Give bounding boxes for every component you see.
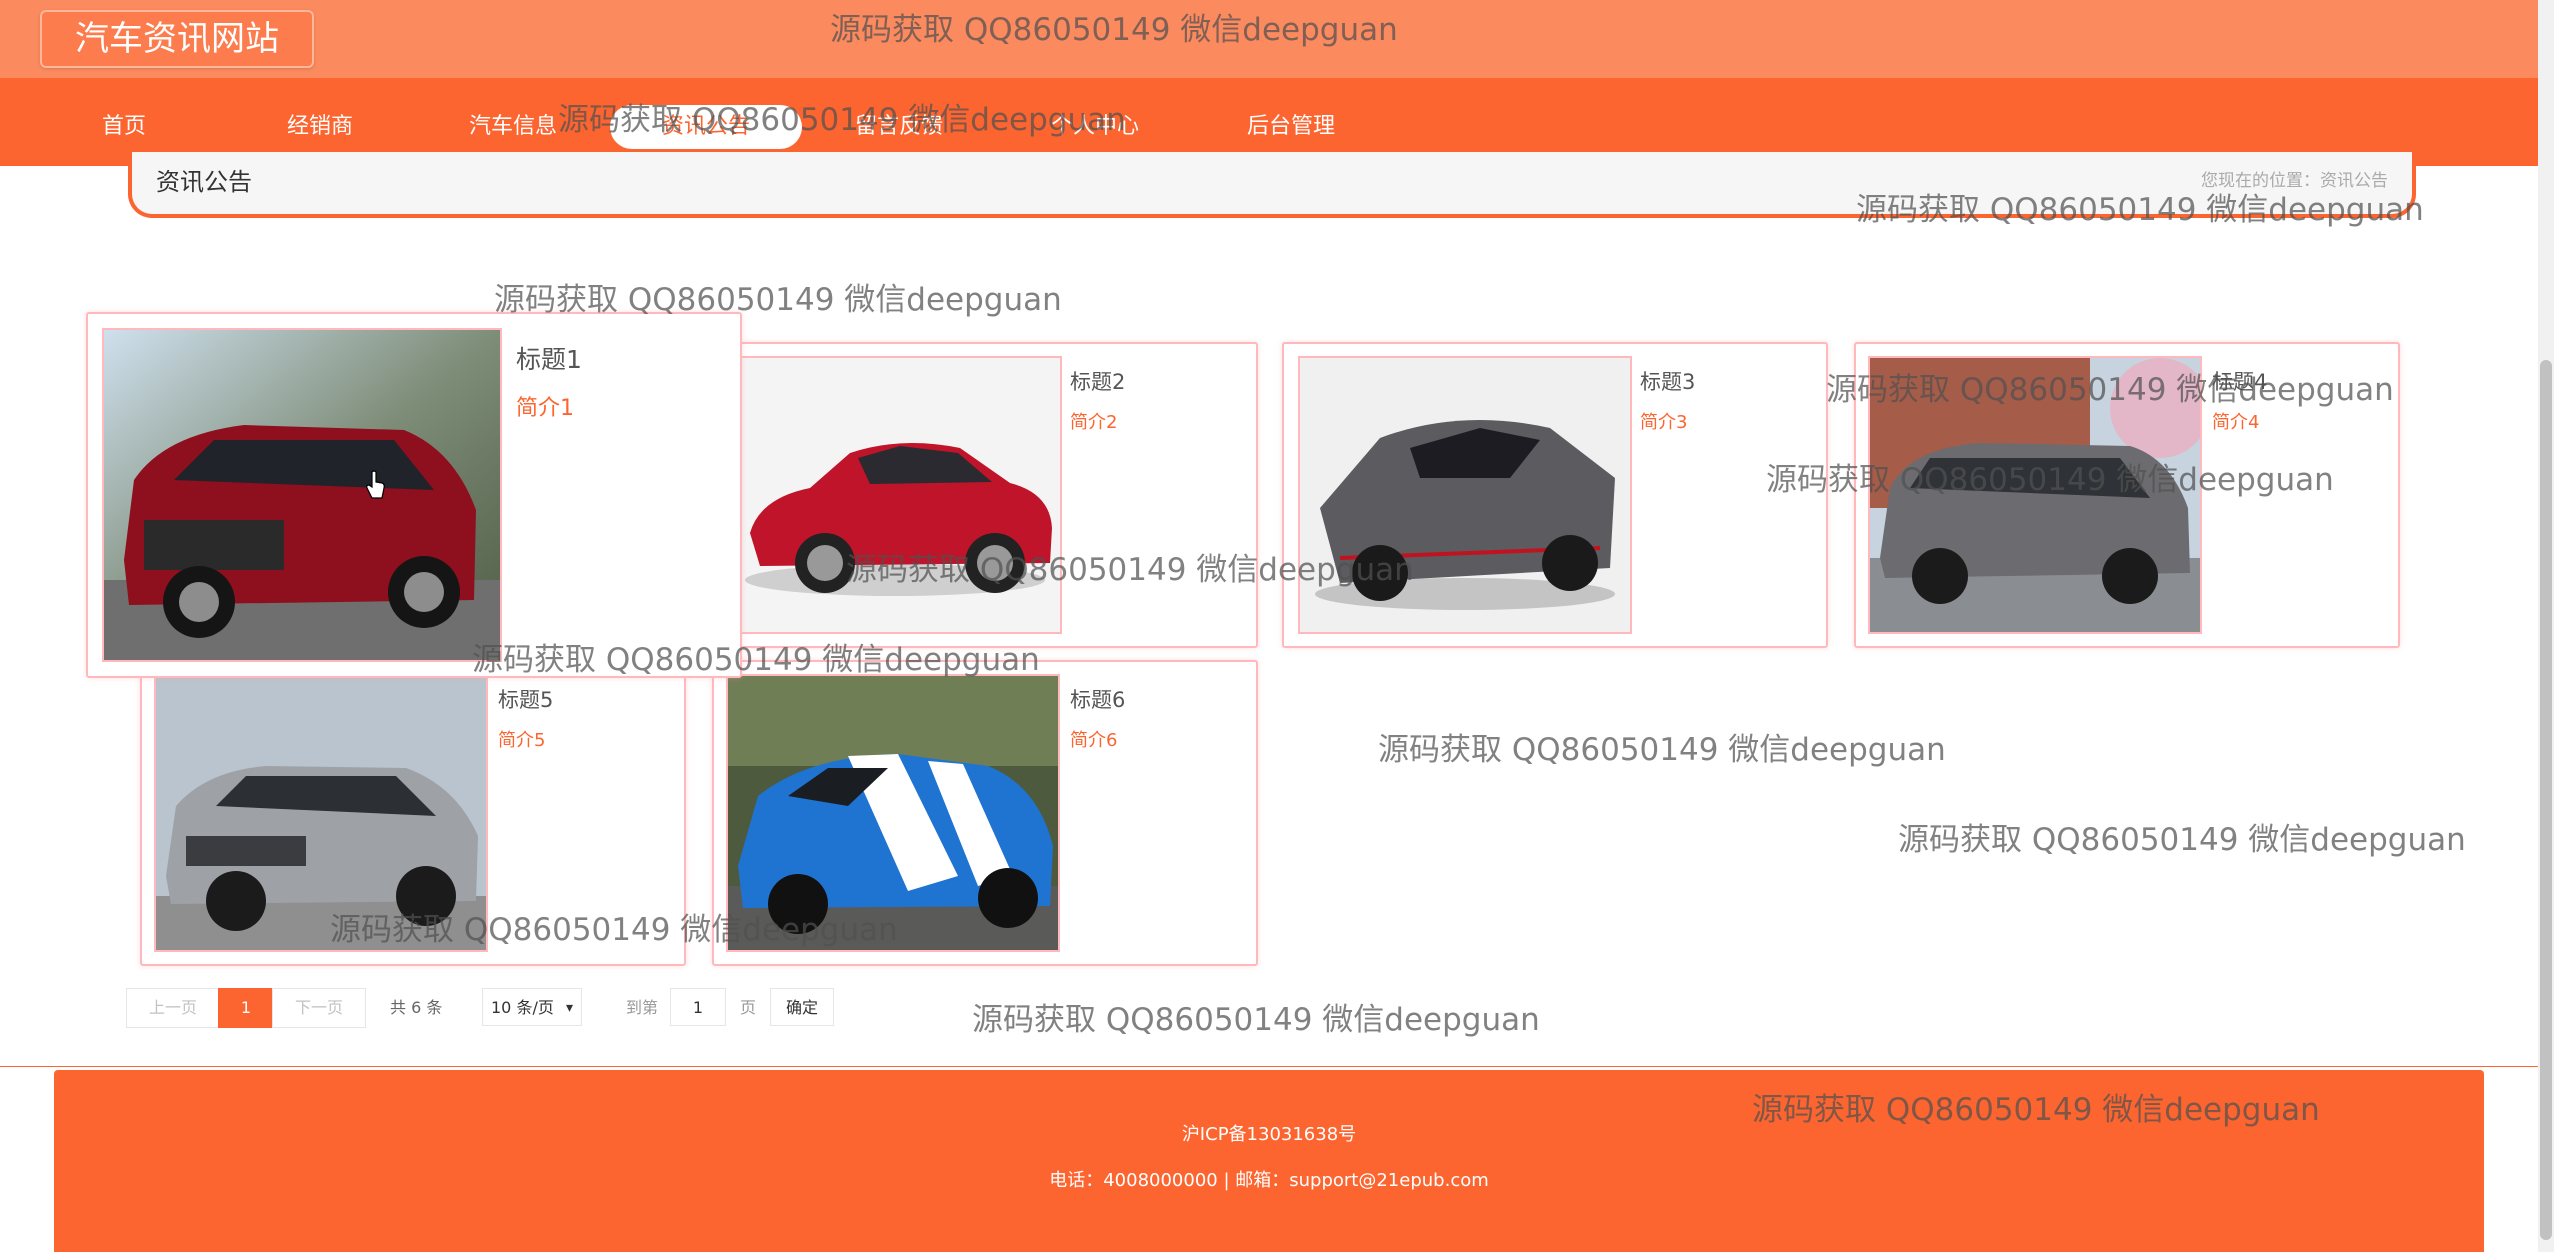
news-title[interactable]: 标题1 (516, 340, 582, 376)
nav-car-info[interactable]: 汽车信息 (458, 105, 568, 149)
nav-news[interactable]: 资讯公告 (610, 105, 802, 149)
scrollbar-thumb[interactable] (2540, 360, 2552, 1240)
goto-page-input[interactable]: 1 (670, 988, 726, 1026)
news-title[interactable]: 标题2 (1070, 366, 1125, 396)
footer-divider (0, 1066, 2538, 1067)
prev-page-button[interactable]: 上一页 (126, 988, 220, 1028)
blue-muscle-car-image (728, 676, 1058, 950)
news-title[interactable]: 标题6 (1070, 684, 1125, 714)
grey-minivan-image (1870, 358, 2200, 632)
mouse-pointer-icon (366, 470, 385, 499)
site-logo[interactable]: 汽车资讯网站 (40, 10, 314, 68)
page-title: 资讯公告 (156, 168, 252, 196)
news-title[interactable]: 标题4 (2212, 366, 2267, 396)
breadcrumb-position: 您现在的位置：资讯公告 (2201, 171, 2388, 191)
nav-user-center[interactable]: 个人中心 (1040, 105, 1150, 149)
top-bar: 汽车资讯网站 (0, 0, 2538, 78)
nav-home[interactable]: 首页 (82, 105, 166, 149)
news-intro: 简介5 (498, 730, 546, 751)
news-card[interactable]: 标题2 简介2 (712, 342, 1258, 648)
page-unit-label: 页 (740, 998, 757, 1017)
footer-contact: 电话：4008000000 | 邮箱：support@21epub.com (1049, 1170, 1489, 1191)
news-thumbnail[interactable] (728, 356, 1062, 634)
page-1-button[interactable]: 1 (218, 988, 274, 1028)
goto-confirm-button[interactable]: 确定 (770, 988, 834, 1026)
breadcrumb: 资讯公告 您现在的位置：资讯公告 (128, 152, 2416, 218)
news-title[interactable]: 标题3 (1640, 366, 1695, 396)
news-card[interactable]: 标题3 简介3 (1282, 342, 1828, 648)
news-intro: 简介6 (1070, 730, 1118, 751)
news-intro: 简介3 (1640, 412, 1688, 433)
news-thumbnail[interactable] (102, 328, 502, 662)
silver-supercar-image (1300, 358, 1630, 632)
watermark-text: 源码获取 QQ86050149 微信deepguan (1378, 732, 1946, 768)
watermark-text: 源码获取 QQ86050149 微信deepguan (1898, 822, 2466, 858)
news-intro: 简介4 (2212, 412, 2260, 433)
news-card[interactable]: 标题4 简介4 (1854, 342, 2400, 648)
news-title[interactable]: 标题5 (498, 684, 553, 714)
news-card-hovered[interactable]: 标题1 简介1 (86, 312, 742, 678)
news-thumbnail[interactable] (726, 674, 1060, 952)
nav-dealers[interactable]: 经销商 (270, 105, 370, 149)
chevron-down-icon: ▾ (565, 1000, 573, 1016)
total-count: 共 6 条 (390, 998, 443, 1017)
page-size-select[interactable]: 10 条/页 ▾ (482, 988, 582, 1026)
next-page-button[interactable]: 下一页 (272, 988, 366, 1028)
news-intro: 简介1 (516, 396, 574, 421)
goto-label: 到第 (626, 998, 659, 1017)
red-sedan-image (730, 358, 1060, 632)
footer-icp: 沪ICP备13031638号 (1181, 1124, 1357, 1145)
nav-admin[interactable]: 后台管理 (1236, 105, 1346, 149)
page-size-value: 10 条/页 (491, 998, 554, 1017)
news-intro: 简介2 (1070, 412, 1118, 433)
news-thumbnail[interactable] (154, 674, 488, 952)
news-card[interactable]: 标题5 简介5 (140, 660, 686, 966)
news-card[interactable]: 标题6 简介6 (712, 660, 1258, 966)
news-thumbnail[interactable] (1868, 356, 2202, 634)
watermark-text: 源码获取 QQ86050149 微信deepguan (972, 1002, 1540, 1038)
nav-feedback[interactable]: 留言反馈 (844, 105, 954, 149)
news-thumbnail[interactable] (1298, 356, 1632, 634)
footer: 沪ICP备13031638号 电话：4008000000 | 邮箱：suppor… (54, 1070, 2484, 1252)
red-suv-image (104, 330, 500, 660)
silver-suv-image (156, 676, 486, 950)
